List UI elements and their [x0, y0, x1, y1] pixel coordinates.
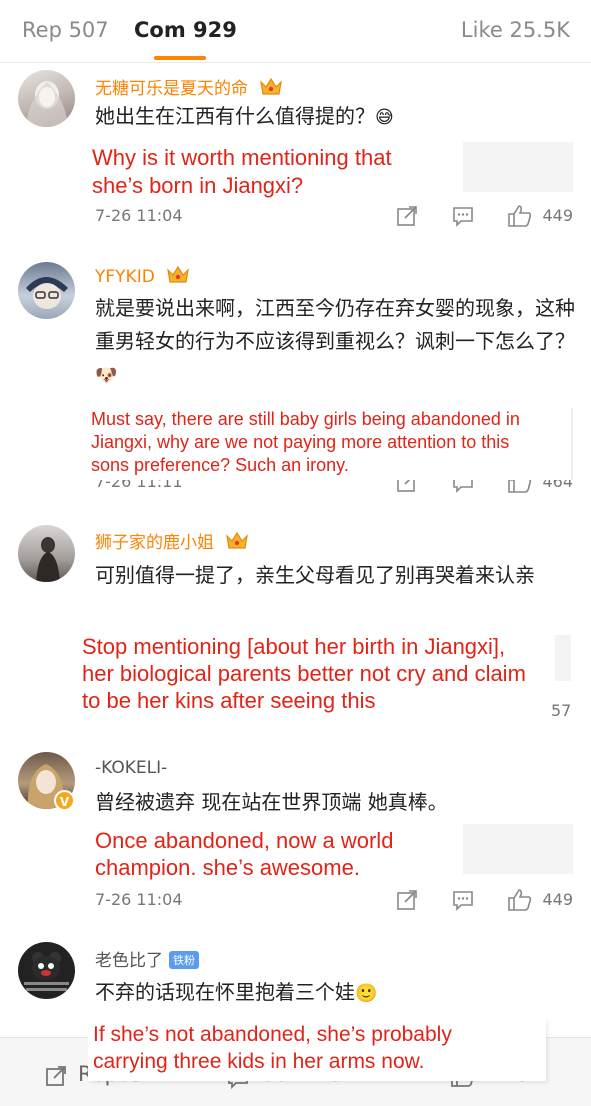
translation-overlay: Once abandoned, now a world champion. sh…	[95, 827, 394, 881]
username[interactable]: -KOKELI-	[95, 758, 167, 778]
like-count: 449	[542, 206, 573, 225]
username[interactable]: 狮子家的鹿小姐	[95, 528, 249, 555]
avatar[interactable]	[18, 942, 75, 999]
comment-item: YFYKID 就是要说出来啊，江西至今仍存在弃女婴的现象，这种重男轻女的行为不应…	[0, 242, 591, 507]
crown-icon	[225, 530, 249, 555]
image-placeholder	[463, 142, 573, 192]
avatar[interactable]	[18, 525, 75, 582]
crown-icon	[259, 76, 283, 101]
comment-item: V -KOKELI- 曾经被遗弃 现在站在世界顶端 她真棒。 Once aban…	[0, 732, 591, 932]
comment-meta: 7-26 11:04 449	[95, 204, 575, 232]
crown-icon	[166, 264, 190, 289]
like-count: 449	[542, 890, 573, 909]
comment-text: 曾经被遗弃 现在站在世界顶端 她真棒。	[95, 790, 448, 814]
repost-icon[interactable]	[44, 1064, 68, 1092]
like-icon[interactable]	[507, 888, 533, 916]
avatar[interactable]	[18, 262, 75, 319]
username[interactable]: 老色比了 铁粉	[95, 946, 199, 971]
image-placeholder	[463, 824, 573, 874]
tab-reposts[interactable]: Rep 507	[22, 18, 109, 42]
tab-comments[interactable]: Com 929	[134, 18, 237, 42]
translation-overlay: If she’s not abandoned, she’s probably c…	[88, 1019, 546, 1081]
comment-text: 不弃的话现在怀里抱着三个娃🙂	[95, 976, 575, 1010]
username[interactable]: YFYKID	[95, 264, 190, 289]
comment-item: 狮子家的鹿小姐 可别值得一提了，亲生父母看见了别再哭着来认亲 57 Stop m…	[0, 507, 591, 732]
timestamp: 7-26 11:04	[95, 890, 183, 909]
tab-likes[interactable]: Like 25.5K	[461, 18, 570, 42]
timestamp: 7-26 11:04	[95, 206, 183, 225]
active-tab-indicator	[154, 56, 206, 60]
comment-icon[interactable]	[451, 888, 475, 916]
comment-text: 就是要说出来啊，江西至今仍存在弃女婴的现象，这种重男轻女的行为不应该得到重视么？…	[95, 292, 577, 392]
share-icon[interactable]	[395, 888, 419, 916]
username[interactable]: 无糖可乐是夏天的命	[95, 74, 283, 101]
comment-text: 可别值得一提了，亲生父母看见了别再哭着来认亲	[95, 563, 535, 587]
like-icon[interactable]	[507, 204, 533, 232]
verified-badge-icon: V	[54, 790, 75, 811]
comment-item: 无糖可乐是夏天的命 她出生在江西有什么值得提的？😅 Why is it wort…	[0, 62, 591, 242]
image-placeholder	[555, 635, 571, 681]
slight-smile-icon: 🙂	[355, 983, 378, 1004]
sweat-smile-icon: 😅	[375, 107, 394, 128]
tab-bar: Rep 507 Com 929 Like 25.5K	[0, 0, 591, 63]
translation-overlay: Must say, there are still baby girls bei…	[88, 408, 573, 480]
avatar[interactable]	[18, 70, 75, 127]
comment-text: 她出生在江西有什么值得提的？😅	[95, 100, 575, 134]
comment-icon[interactable]	[451, 204, 475, 232]
translation-overlay: Stop mentioning [about her birth in Jian…	[82, 633, 526, 714]
fan-badge: 铁粉	[169, 951, 199, 969]
share-icon[interactable]	[395, 204, 419, 232]
like-count-partial: 57	[551, 701, 572, 720]
dog-face-icon: 🐶	[95, 365, 118, 386]
translation-overlay: Why is it worth mentioning that she’s bo…	[92, 144, 392, 200]
comment-meta: 7-26 11:04 449	[95, 888, 575, 916]
